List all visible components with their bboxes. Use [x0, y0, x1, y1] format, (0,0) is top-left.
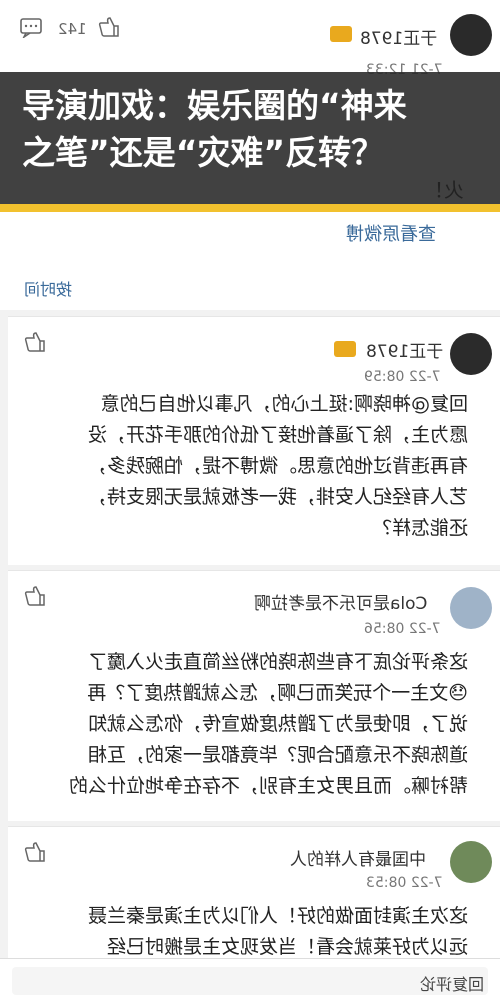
view-original-weibo-link[interactable]: 查看原微博 — [346, 220, 436, 246]
comment-line: 艺人有经纪人安排，我一老板就是无限支持， — [87, 486, 468, 508]
commenter-name[interactable]: Cola是可乐不是考拉啊 — [254, 589, 427, 614]
comment-time: 7-22 08:59 — [364, 369, 441, 385]
comment-text: 回复@神晓啊:挺上心的，凡事以他自己的意 愿为主，除了逼着他接了低价的那手花开，… — [28, 389, 468, 544]
commenter-name[interactable]: 中国最有人样的人 — [290, 845, 426, 870]
comment-line: 😓文主一个玩笑而已啊，怎么就蹭热度了？再 — [87, 682, 468, 704]
reply-input[interactable]: 回复评论 — [12, 967, 488, 995]
comment-line: 帮衬嘛。而且男女主有别，不存在争地位什么的 — [68, 775, 468, 797]
banner-title-line-1: 导演加戏：娱乐圈的“神来 — [22, 86, 407, 125]
like-count: 142 — [58, 20, 87, 38]
sort-by-time-button[interactable]: 按时间 — [24, 276, 72, 300]
crown-icon — [334, 341, 356, 357]
previous-comment-card: 142 于正1978 7-21 12:33 — [0, 0, 500, 78]
comment-card: 中国最有人样的人 7-22 08:53 这次主演封面做的好！人们以为主演是秦兰聂… — [8, 826, 500, 959]
user-name[interactable]: 于正1978 — [360, 24, 437, 49]
thumbs-up-icon[interactable] — [24, 585, 46, 606]
comment-line: 道陈晓不乐意配合呢？毕竟都是一家的，互相 — [87, 744, 468, 766]
banner-title-line-2: 之笔”还是“灾难”反转？ — [22, 133, 385, 172]
comment-card: Cola是可乐不是考拉啊 7-22 08:56 这条评论底下有些陈晓的粉丝简直走… — [8, 570, 500, 821]
comment-time: 7-22 08:53 — [366, 875, 443, 891]
top-comment-fragment: 火！ — [424, 178, 464, 202]
comment-line: 有再违背过他的意思。微博不提，怕腕残多， — [87, 455, 468, 477]
comment-line: 说了，即使是为了蹭热度做宣传，你怎么就知 — [87, 713, 468, 735]
comment-time: 7-22 08:56 — [364, 621, 441, 637]
thumbs-up-icon[interactable] — [98, 16, 120, 38]
comment-icon[interactable] — [20, 18, 42, 40]
comment-line: 这次主演封面做的好！人们以为主演是秦兰聂 — [87, 905, 468, 927]
comment-line: 还能怎样？ — [372, 517, 468, 539]
comment-card: 于正1978 7-22 08:59 回复@神晓啊:挺上心的，凡事以他自己的意 愿… — [8, 316, 500, 565]
commenter-name[interactable]: 于正1978 — [366, 337, 443, 362]
reply-bar: 回复评论 — [0, 958, 500, 1001]
weibo-link-strip: 火！ 查看原微博 按时间 — [0, 178, 500, 310]
comment-line: 愿为主，除了逼着他接了低价的那手花开，没 — [87, 424, 468, 446]
thumbs-up-icon[interactable] — [24, 331, 46, 352]
reply-placeholder: 回复评论 — [420, 975, 485, 994]
comment-line: 这条评论底下有些陈晓的粉丝简直走火入魔了 — [87, 651, 468, 673]
avatar[interactable] — [450, 587, 492, 629]
avatar[interactable] — [450, 333, 492, 375]
thumbs-up-icon[interactable] — [24, 841, 46, 862]
avatar[interactable] — [450, 841, 492, 883]
avatar[interactable] — [450, 14, 492, 56]
comment-text: 这条评论底下有些陈晓的粉丝简直走火入魔了 😓文主一个玩笑而已啊，怎么就蹭热度了？… — [28, 647, 468, 802]
comment-text: 这次主演封面做的好！人们以为主演是秦兰聂 远以为好莱就会看！当发现女主是搬时已经 — [28, 901, 468, 963]
comment-line: 回复@神晓啊:挺上心的，凡事以他自己的意 — [100, 393, 468, 415]
crown-icon — [330, 26, 352, 42]
